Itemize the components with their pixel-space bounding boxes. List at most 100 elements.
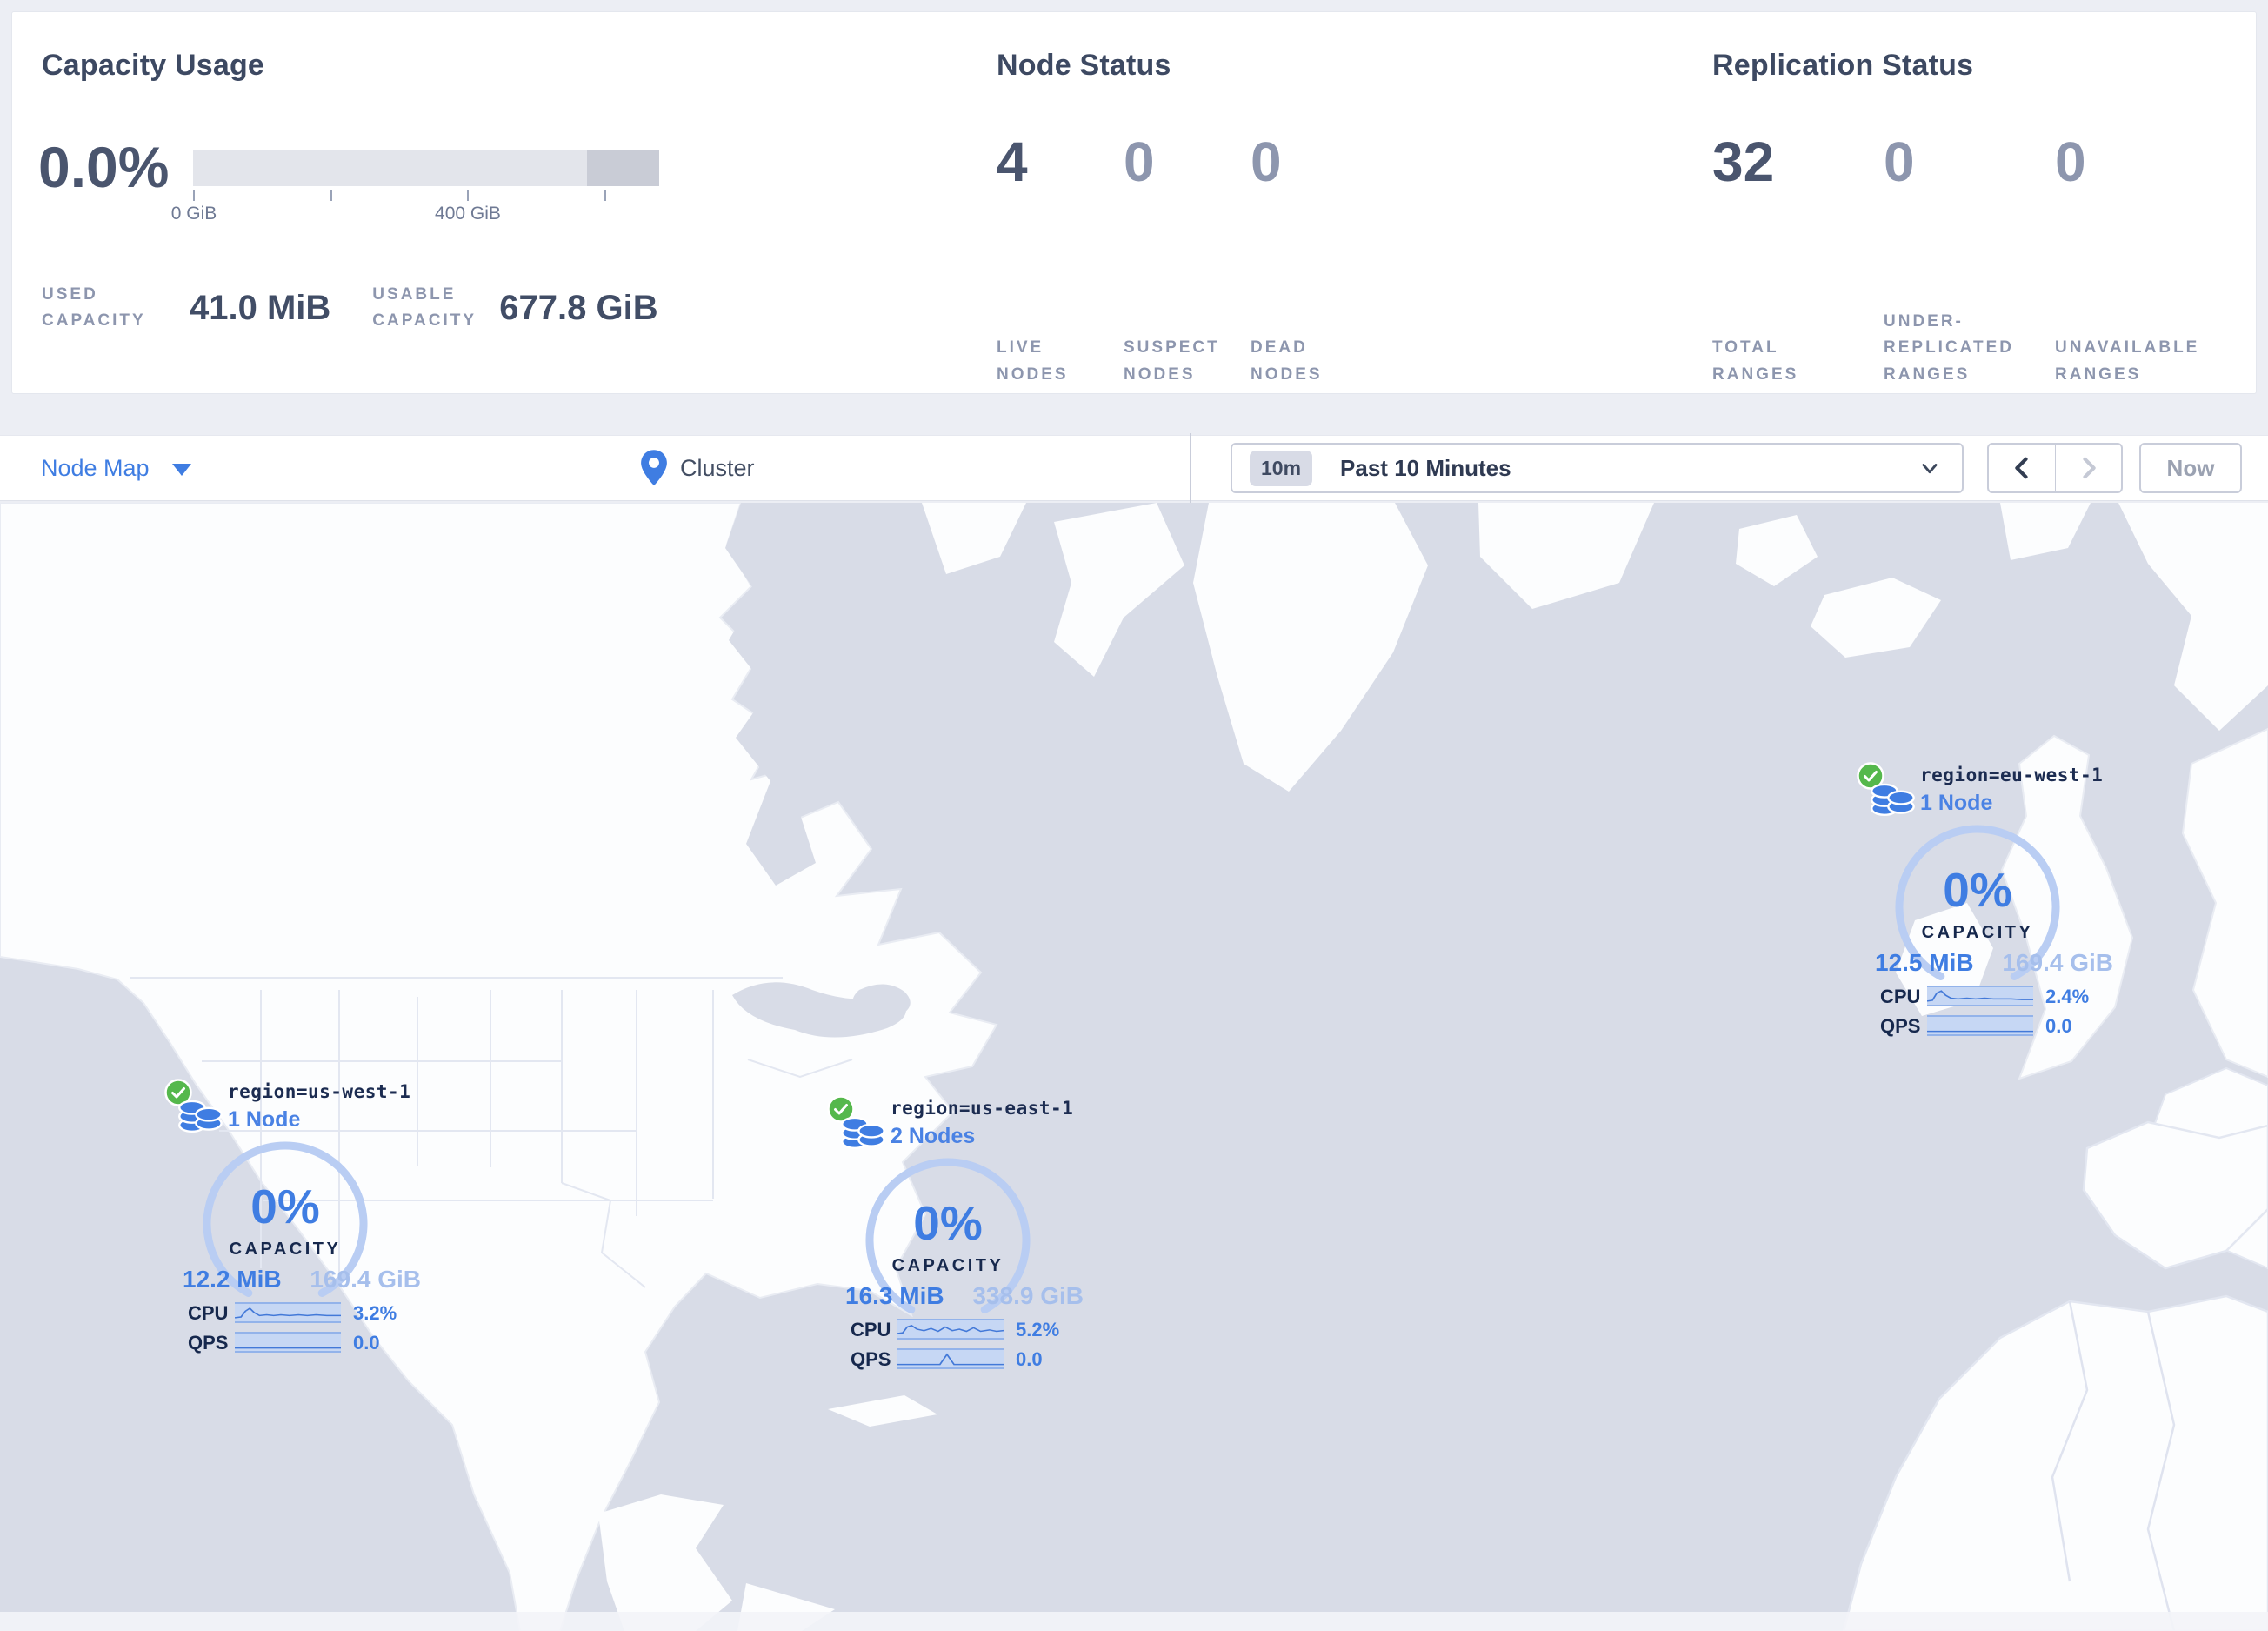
region-used-capacity: 16.3 MiB — [845, 1282, 944, 1309]
cpu-metric-row: CPU 2.4% — [1856, 986, 2134, 1008]
region-total-capacity: 338.9 GiB — [972, 1282, 1084, 1309]
replication-status-title: Replication Status — [1712, 49, 1974, 82]
qps-metric-row: QPS 0.0 — [826, 1348, 1104, 1371]
node-map[interactable]: region=us-west-1 1 Node 0% CAPACITY 12.2… — [0, 503, 2268, 1631]
cpu-value: 2.4% — [2045, 986, 2090, 1007]
region-used-capacity: 12.2 MiB — [183, 1266, 282, 1293]
tick-mark — [330, 190, 332, 201]
usable-capacity-label: USABLE CAPACITY — [372, 285, 477, 331]
qps-value: 0.0 — [1016, 1348, 1043, 1370]
region-used-capacity: 12.5 MiB — [1875, 949, 1974, 976]
live-nodes-label: LIVE NODES — [997, 338, 1069, 384]
cpu-metric-row: CPU 5.2% — [826, 1319, 1104, 1341]
qps-value: 0.0 — [353, 1332, 380, 1354]
capacity-gauge-percent: 0% — [913, 1196, 983, 1250]
total-ranges-value: 32 — [1712, 130, 1775, 193]
chevron-down-icon — [1918, 457, 1941, 479]
capacity-gauge-label: CAPACITY — [1921, 923, 2034, 942]
cpu-sparkline — [235, 1302, 341, 1323]
region-marker-us-west-1[interactable]: region=us-west-1 1 Node 0% CAPACITY 12.2… — [163, 1078, 477, 1365]
region-total-capacity: 169.4 GiB — [310, 1266, 421, 1293]
total-ranges-stat: 32 TOTAL RANGES — [1712, 134, 1884, 388]
cluster-summary-panel: Capacity Usage 0.0% 0 GiB 400 GiB USED C… — [11, 11, 2257, 394]
qps-sparkline — [235, 1332, 341, 1353]
region-locality-link[interactable]: region=eu-west-1 — [1920, 765, 2103, 785]
capacity-bar-track — [193, 150, 659, 186]
used-capacity-label: USED CAPACITY — [42, 285, 146, 331]
capacity-bar-tick-labels: 0 GiB 400 GiB — [171, 202, 659, 224]
toolbar-divider — [1190, 433, 1191, 503]
usable-capacity: USABLE CAPACITY 677.8 GiB — [372, 282, 657, 335]
tick-mark — [193, 190, 195, 201]
view-selector-label: Node Map — [41, 454, 150, 481]
node-status-title: Node Status — [997, 49, 1171, 82]
step-forward-button[interactable] — [2055, 445, 2121, 491]
cpu-metric-row: CPU 3.2% — [163, 1302, 442, 1325]
capacity-gauge-percent: 0% — [1943, 863, 2012, 917]
unavailable-ranges-value: 0 — [2055, 130, 2086, 193]
cpu-value: 5.2% — [1016, 1319, 1060, 1340]
under-replicated-ranges-value: 0 — [1884, 130, 1915, 193]
breadcrumb[interactable]: Cluster — [639, 436, 755, 500]
region-locality-link[interactable]: region=us-west-1 — [228, 1081, 410, 1102]
cpu-sparkline — [897, 1319, 1004, 1340]
world-map-graphic — [0, 503, 2268, 1631]
capacity-usage-percent: 0.0% — [38, 135, 170, 199]
map-pin-icon — [639, 449, 669, 487]
region-locality-link[interactable]: region=us-east-1 — [891, 1098, 1073, 1119]
map-footer-strip — [0, 1612, 2268, 1631]
cpu-label: CPU — [1880, 986, 1921, 1007]
now-button[interactable]: Now — [2139, 443, 2242, 493]
unavailable-ranges-label: UNAVAILABLE RANGES — [2055, 338, 2200, 384]
replication-status-section: Replication Status 32 TOTAL RANGES 0 UND… — [1712, 49, 2243, 384]
database-stack-icon — [1870, 773, 1917, 825]
database-stack-icon — [177, 1090, 224, 1141]
region-node-count-link[interactable]: 1 Node — [228, 1107, 300, 1133]
breadcrumb-label: Cluster — [680, 454, 755, 481]
capacity-usage-title: Capacity Usage — [42, 49, 265, 82]
cpu-label: CPU — [850, 1319, 891, 1340]
tick-mark — [604, 190, 606, 201]
suspect-nodes-value: 0 — [1124, 130, 1155, 193]
region-node-count-link[interactable]: 2 Nodes — [891, 1124, 975, 1149]
node-status-section: Node Status 4 LIVE NODES 0 SUSPECT NODES… — [997, 49, 1605, 384]
capacity-bar-ticks — [193, 186, 659, 202]
qps-label: QPS — [188, 1332, 229, 1354]
cpu-label: CPU — [188, 1302, 229, 1324]
suspect-nodes-label: SUSPECT NODES — [1124, 338, 1220, 384]
usable-capacity-value: 677.8 GiB — [499, 288, 658, 327]
region-marker-eu-west-1[interactable]: region=eu-west-1 1 Node 0% CAPACITY 12.5… — [1856, 761, 2169, 1048]
capacity-usage-bar: 0 GiB 400 GiB — [171, 150, 659, 224]
dead-nodes-label: DEAD NODES — [1251, 338, 1323, 384]
time-step-buttons — [1987, 443, 2123, 493]
qps-metric-row: QPS 0.0 — [1856, 1015, 2134, 1038]
step-back-button[interactable] — [1989, 445, 2055, 491]
under-replicated-ranges-stat: 0 UNDER-REPLICATED RANGES — [1884, 134, 2055, 388]
under-replicated-ranges-label: UNDER-REPLICATED RANGES — [1884, 311, 2014, 384]
dead-nodes-value: 0 — [1251, 130, 1282, 193]
cpu-sparkline — [1927, 986, 2033, 1006]
live-nodes-stat: 4 LIVE NODES — [997, 134, 1124, 388]
time-range-badge: 10m — [1250, 450, 1313, 486]
region-total-capacity: 169.4 GiB — [2002, 949, 2113, 976]
map-toolbar: Node Map Cluster 10m Past 10 Minutes Now — [0, 433, 2268, 503]
used-capacity: USED CAPACITY 41.0 MiB — [42, 282, 330, 335]
region-marker-us-east-1[interactable]: region=us-east-1 2 Nodes 0% CAPACITY 16.… — [826, 1094, 1139, 1381]
capacity-bar-reserved-segment — [587, 150, 659, 186]
qps-label: QPS — [1880, 1015, 1921, 1037]
tick-mark — [467, 190, 469, 201]
view-selector-dropdown[interactable]: Node Map — [41, 436, 191, 500]
node-map-dashboard: Capacity Usage 0.0% 0 GiB 400 GiB USED C… — [0, 0, 2268, 1631]
time-range-dropdown[interactable]: 10m Past 10 Minutes — [1231, 443, 1964, 493]
qps-value: 0.0 — [2045, 1015, 2072, 1037]
cpu-value: 3.2% — [353, 1302, 397, 1324]
qps-metric-row: QPS 0.0 — [163, 1332, 442, 1354]
tick-label-400: 400 GiB — [435, 204, 501, 224]
triangle-down-icon — [171, 463, 191, 476]
used-capacity-value: 41.0 MiB — [190, 288, 331, 327]
region-node-count-link[interactable]: 1 Node — [1920, 791, 1992, 816]
qps-sparkline — [897, 1348, 1004, 1369]
qps-sparkline — [1927, 1015, 2033, 1036]
live-nodes-value: 4 — [997, 130, 1028, 193]
dead-nodes-stat: 0 DEAD NODES — [1251, 134, 1377, 388]
